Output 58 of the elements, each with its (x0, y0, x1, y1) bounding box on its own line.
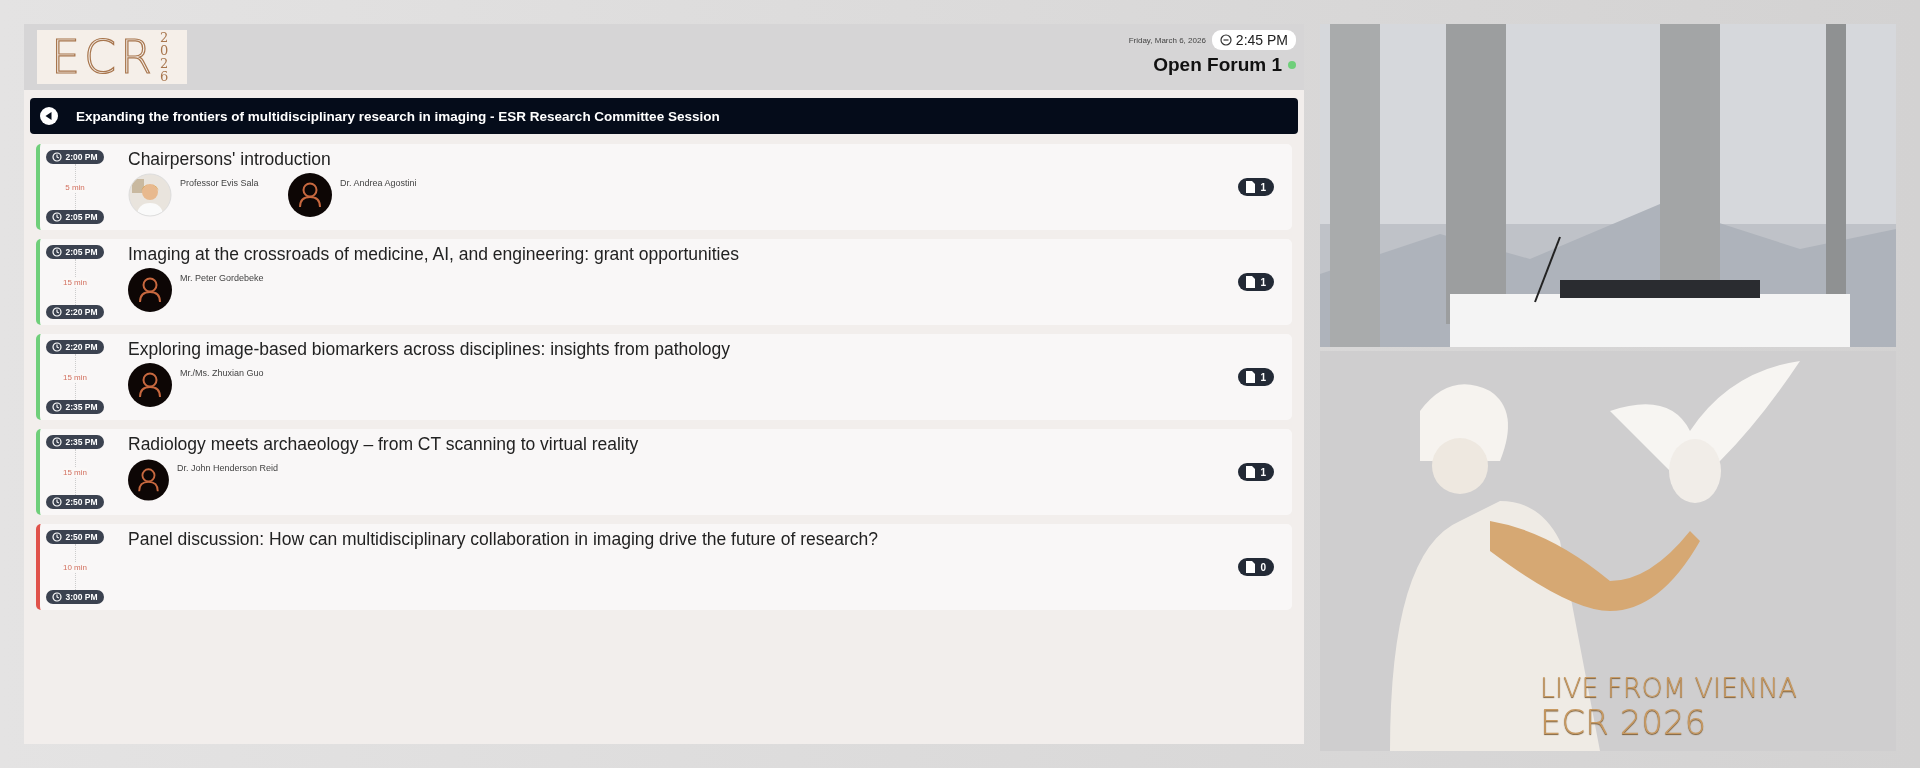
avatar-icon (128, 268, 172, 312)
speaker-name: Mr./Ms. Zhuxian Guo (180, 367, 264, 380)
clock-icon (52, 592, 63, 602)
talk-title: Panel discussion: How can multidisciplinary collaboration in imaging drive the future of research? (128, 529, 879, 550)
clock-icon (52, 437, 63, 447)
talk-title: Radiology meets archaeology – from CT scanning to virtual reality (128, 434, 640, 455)
banner-text: LIVE FROM VIENNA (1540, 674, 1797, 701)
speaker-name: Dr. Andrea Agostini (340, 177, 417, 190)
document-icon (1246, 466, 1256, 478)
speaker-name: Dr. John Henderson Reid (176, 462, 278, 475)
talk-title: Chairpersons' introduction (128, 149, 332, 170)
documents-count[interactable]: 1 (1238, 463, 1274, 481)
speaker-photo (128, 173, 172, 217)
document-icon (1246, 561, 1256, 573)
duration: 15 min (63, 372, 87, 382)
avatar-icon (288, 173, 332, 217)
end-time: 2:50 PM (46, 495, 104, 509)
clock-icon (1219, 34, 1232, 46)
current-time: 2:45 PM (1211, 30, 1296, 50)
speaker-name: Mr. Peter Gordebeke (180, 272, 264, 285)
duration: 5 min (65, 182, 85, 192)
talk-title: Exploring image-based biomarkers across disciplines: insights from pathology (128, 339, 732, 360)
room-name: Open Forum 1 (1153, 54, 1282, 76)
duration: 10 min (63, 562, 87, 572)
talk-title: Imaging at the crossroads of medicine, AI, and engineering: grant opportunities (128, 244, 740, 265)
clock-icon (52, 342, 63, 352)
documents-count[interactable]: 0 (1238, 558, 1274, 576)
start-time: 2:05 PM (46, 245, 104, 259)
start-time: 2:35 PM (46, 435, 104, 449)
start-time: 2:20 PM (46, 340, 104, 354)
document-icon (1246, 276, 1256, 288)
start-time: 2:50 PM (46, 530, 104, 544)
start-time: 2:00 PM (46, 150, 104, 164)
end-time: 2:05 PM (46, 210, 104, 224)
avatar-icon (128, 363, 172, 407)
date: Friday, March 6, 2026 (1128, 35, 1206, 45)
documents-count[interactable]: 1 (1238, 368, 1274, 386)
document-icon (1246, 371, 1256, 383)
documents-count[interactable]: 1 (1238, 178, 1274, 196)
clock-icon (52, 212, 63, 222)
avatar-icon (128, 458, 169, 502)
clock-icon (52, 247, 63, 257)
end-time: 2:35 PM (46, 400, 104, 414)
duration: 15 min (63, 277, 87, 287)
clock-icon (52, 532, 63, 542)
back-button[interactable] (40, 107, 58, 125)
documents-count[interactable]: 1 (1238, 273, 1274, 291)
session-title: Expanding the frontiers of multidisciplinary research in imaging - ESR Research Committee Session (76, 108, 720, 124)
clock-icon (52, 307, 63, 317)
clock-icon (52, 402, 63, 412)
banner-text: ECR 2026 (1540, 705, 1708, 739)
document-icon (1246, 181, 1256, 193)
speaker-name: Professor Evis Sala (180, 177, 259, 190)
clock-icon (52, 152, 63, 162)
end-time: 2:20 PM (46, 305, 104, 319)
duration: 15 min (63, 467, 87, 477)
end-time: 3:00 PM (46, 590, 104, 604)
clock-icon (52, 497, 63, 507)
